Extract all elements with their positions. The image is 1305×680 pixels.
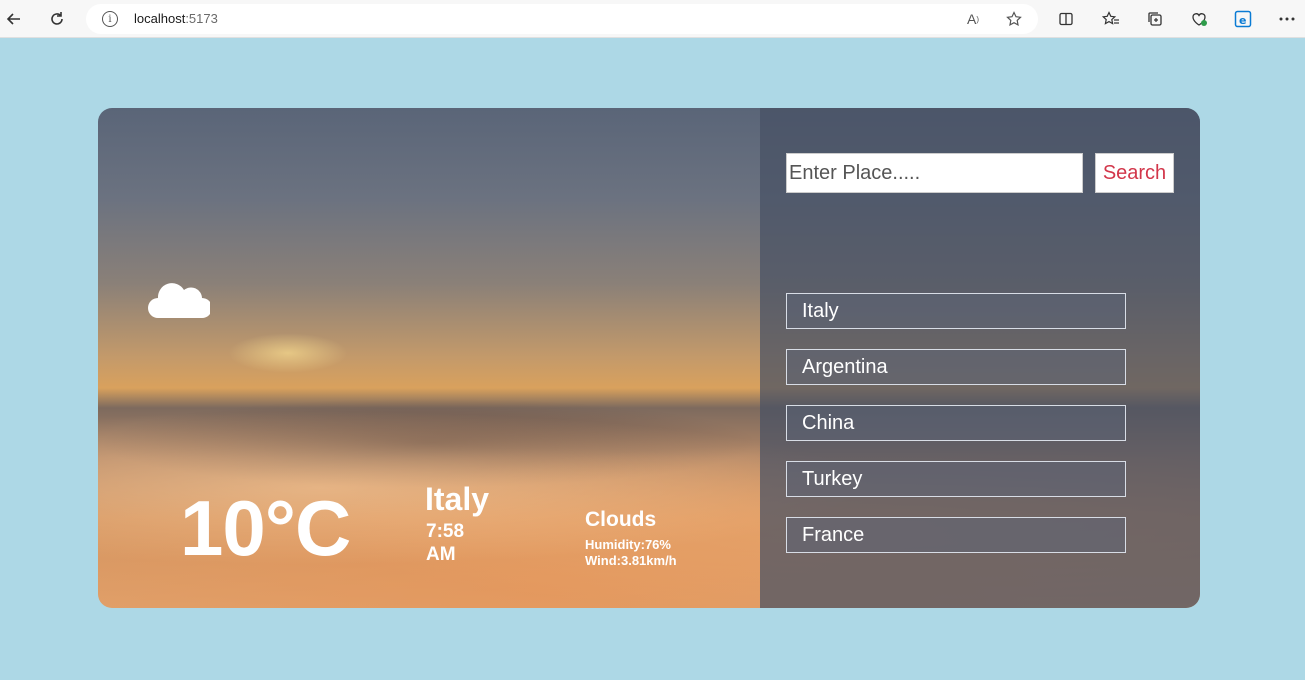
country-item-turkey[interactable]: Turkey — [786, 461, 1126, 497]
read-aloud-icon[interactable]: A) — [963, 9, 983, 29]
country-item-italy[interactable]: Italy — [786, 293, 1126, 329]
weather-card: 10°C Italy 7:58 AM Clouds Humidity:76% W… — [98, 108, 1200, 608]
cloud-icon — [148, 278, 212, 320]
info-icon[interactable]: i — [102, 11, 118, 27]
favorite-icon[interactable] — [1004, 9, 1024, 29]
browser-essentials-icon[interactable] — [1185, 5, 1213, 33]
temperature: 10°C — [180, 484, 351, 572]
search-input[interactable] — [786, 153, 1083, 193]
address-bar[interactable]: i localhost:5173 A) — [86, 4, 1038, 34]
country-item-france[interactable]: France — [786, 517, 1126, 553]
refresh-icon[interactable] — [43, 5, 71, 33]
country-item-china[interactable]: China — [786, 405, 1126, 441]
local-time: 7:58 AM — [426, 521, 465, 565]
search-button[interactable]: Search — [1095, 153, 1174, 193]
collections-icon[interactable] — [1141, 5, 1169, 33]
weather-condition: Clouds — [585, 508, 657, 531]
browser-toolbar: i localhost:5173 A) e — [0, 0, 1305, 38]
weather-display: 10°C Italy 7:58 AM Clouds Humidity:76% W… — [98, 108, 760, 608]
country-list: Italy Argentina China Turkey France — [786, 293, 1126, 573]
more-icon[interactable] — [1273, 5, 1301, 33]
page-body: 10°C Italy 7:58 AM Clouds Humidity:76% W… — [0, 38, 1305, 680]
humidity-text: Humidity:76% — [585, 537, 671, 552]
favorites-icon[interactable] — [1097, 5, 1125, 33]
city-name: Italy — [425, 481, 490, 517]
svg-text:e: e — [1239, 14, 1246, 27]
country-item-argentina[interactable]: Argentina — [786, 349, 1126, 385]
back-icon[interactable] — [0, 5, 28, 33]
edge-icon[interactable]: e — [1229, 5, 1257, 33]
search-panel: Search Italy Argentina China Turkey Fran… — [760, 108, 1200, 608]
split-screen-icon[interactable] — [1052, 5, 1080, 33]
url-text[interactable]: localhost:5173 — [134, 11, 218, 26]
wind-text: Wind:3.81km/h — [585, 553, 677, 568]
